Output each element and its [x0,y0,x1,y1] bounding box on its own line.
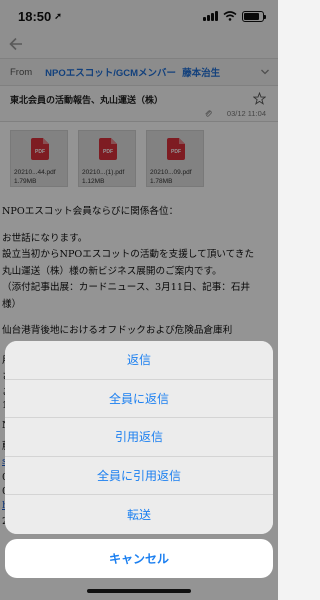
quote-reply-all-button[interactable]: 全員に引用返信 [5,456,273,495]
reply-all-button[interactable]: 全員に返信 [5,379,273,418]
forward-button[interactable]: 転送 [5,495,273,534]
reply-action-sheet: 返信 全員に返信 引用返信 全員に引用返信 転送 [5,341,273,534]
quote-reply-button[interactable]: 引用返信 [5,418,273,457]
cancel-button[interactable]: キャンセル [5,539,273,578]
reply-button[interactable]: 返信 [5,341,273,380]
home-indicator[interactable] [87,589,191,593]
